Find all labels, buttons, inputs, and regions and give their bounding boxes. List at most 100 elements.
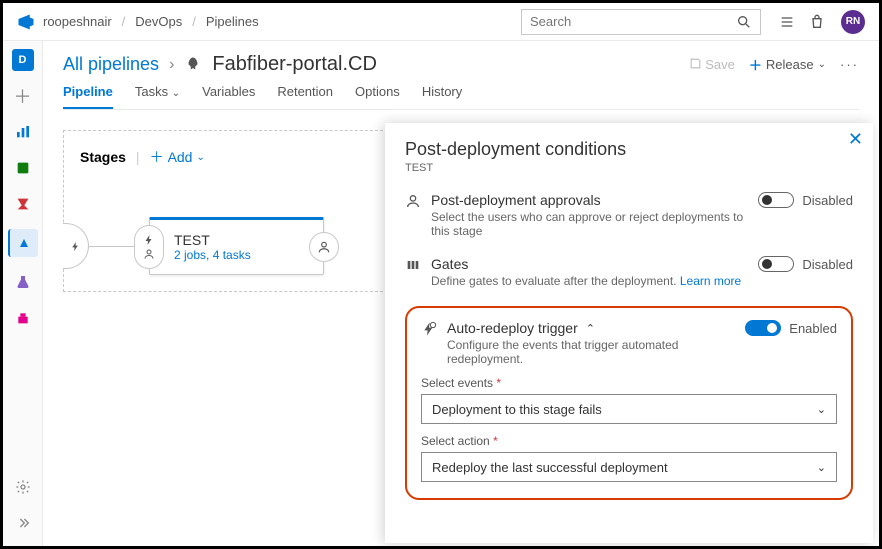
chevron-down-icon: ⌄ (817, 403, 826, 416)
stage-content: TEST 2 jobs, 4 tasks (174, 232, 251, 262)
approvals-toggle[interactable] (758, 192, 794, 208)
tab-pipeline[interactable]: Pipeline (63, 84, 113, 109)
boards-icon[interactable] (12, 121, 34, 143)
events-select[interactable]: Deployment to this stage fails ⌄ (421, 394, 837, 424)
pipelines-icon-active[interactable] (8, 229, 38, 257)
approvals-state: Disabled (802, 193, 853, 208)
stages-panel: Stages | ＋ Add ⌄ TEST 2 jobs, 4 tasks (63, 130, 398, 292)
action-select[interactable]: Redeploy the last successful deployment … (421, 452, 837, 482)
tab-options[interactable]: Options (355, 84, 400, 109)
artifacts-icon[interactable] (12, 307, 34, 329)
lightning-icon (143, 234, 155, 246)
learn-more-link[interactable]: Learn more (680, 274, 741, 288)
person-icon (405, 193, 421, 209)
chevron-down-icon: ⌄ (817, 461, 826, 474)
avatar-initials: RN (846, 16, 860, 27)
add-stage-button[interactable]: ＋ Add ⌄ (150, 147, 205, 167)
test-icon[interactable] (12, 193, 34, 215)
auto-title: Auto-redeploy trigger (447, 320, 578, 336)
more-actions-button[interactable]: ··· (840, 57, 859, 72)
header-actions: Save ＋ Release ⌄ ··· (689, 55, 859, 74)
person-icon (317, 240, 331, 254)
all-pipelines-link[interactable]: All pipelines (63, 54, 159, 75)
auto-redeploy-section: Auto-redeploy trigger ⌃ Configure the ev… (421, 320, 837, 366)
project-icon[interactable]: D (12, 49, 34, 71)
release-button[interactable]: ＋ Release ⌄ (749, 55, 826, 74)
auto-desc: Configure the events that trigger automa… (447, 338, 735, 366)
release-label: Release (766, 57, 814, 72)
stages-header: Stages | ＋ Add ⌄ (80, 147, 381, 167)
list-icon[interactable] (779, 14, 795, 30)
left-nav-rail: D ＋ (3, 41, 43, 546)
tab-tasks-label: Tasks (135, 84, 168, 99)
events-value: Deployment to this stage fails (432, 402, 602, 417)
stages-label: Stages (80, 149, 126, 165)
pre-deployment-bubble[interactable] (63, 223, 89, 269)
add-icon[interactable]: ＋ (12, 85, 34, 107)
stage-row: TEST 2 jobs, 4 tasks (80, 217, 381, 275)
pre-conditions-bubble[interactable] (134, 225, 164, 269)
repos-icon[interactable] (12, 157, 34, 179)
gate-icon (405, 257, 421, 273)
search-input[interactable] (521, 9, 761, 35)
gates-section: Gates Define gates to evaluate after the… (405, 256, 853, 288)
tab-variables[interactable]: Variables (202, 84, 255, 109)
tab-history[interactable]: History (422, 84, 462, 109)
save-button[interactable]: Save (689, 57, 735, 72)
flask-icon[interactable] (12, 271, 34, 293)
action-value: Redeploy the last successful deployment (432, 460, 668, 475)
post-conditions-bubble[interactable] (309, 232, 339, 262)
auto-redeploy-highlight: Auto-redeploy trigger ⌃ Configure the ev… (405, 306, 853, 500)
breadcrumb: roopeshnair / DevOps / Pipelines (43, 14, 259, 29)
approvals-title: Post-deployment approvals (431, 192, 601, 208)
chevron-down-icon: ⌄ (818, 59, 826, 70)
add-label: Add (168, 149, 193, 165)
shopping-bag-icon[interactable] (809, 14, 825, 30)
azure-devops-logo-icon (17, 13, 35, 31)
redeploy-icon (421, 321, 437, 337)
stage-card[interactable]: TEST 2 jobs, 4 tasks (149, 217, 324, 275)
breadcrumb-section[interactable]: Pipelines (206, 14, 259, 29)
chevron-down-icon: ⌄ (172, 88, 180, 99)
lightning-icon (70, 241, 81, 252)
tab-retention[interactable]: Retention (277, 84, 333, 109)
topbar: roopeshnair / DevOps / Pipelines RN (3, 3, 879, 41)
breadcrumb-separator: / (192, 14, 196, 29)
stage-title: TEST (174, 232, 251, 248)
breadcrumb-org[interactable]: roopeshnair (43, 14, 112, 29)
avatar[interactable]: RN (841, 10, 865, 34)
save-label: Save (705, 57, 735, 72)
gates-state: Disabled (802, 257, 853, 272)
auto-toggle[interactable] (745, 320, 781, 336)
search-icon[interactable] (736, 14, 752, 30)
settings-gear-icon[interactable] (12, 476, 34, 498)
collapse-icon[interactable] (12, 512, 34, 534)
save-icon (689, 57, 702, 70)
rocket-icon (184, 56, 202, 74)
person-icon (143, 248, 155, 260)
tab-bar: Pipeline Tasks ⌄ Variables Retention Opt… (63, 84, 859, 110)
tab-tasks[interactable]: Tasks ⌄ (135, 84, 180, 109)
gates-title: Gates (431, 256, 468, 272)
gates-toggle[interactable] (758, 256, 794, 272)
chevron-up-icon[interactable]: ⌃ (586, 322, 595, 335)
gates-desc: Define gates to evaluate after the deplo… (431, 274, 677, 288)
auto-state: Enabled (789, 321, 837, 336)
plus-icon: ＋ (150, 147, 164, 167)
breadcrumb-separator: / (122, 14, 126, 29)
post-deployment-panel: ✕ Post-deployment conditions TEST Post-d… (385, 123, 873, 543)
breadcrumb-project[interactable]: DevOps (135, 14, 182, 29)
panel-stage-name: TEST (405, 162, 853, 174)
close-button[interactable]: ✕ (848, 129, 863, 150)
search-field[interactable] (530, 14, 736, 29)
divider: | (136, 149, 140, 165)
approvals-desc: Select the users who can approve or reje… (431, 210, 748, 238)
action-label: Select action * (421, 434, 837, 448)
plus-icon: ＋ (749, 55, 762, 74)
chevron-right-icon: › (169, 56, 174, 74)
pipeline-name: Fabfiber-portal.CD (212, 53, 377, 76)
stage-sub-link[interactable]: 2 jobs, 4 tasks (174, 248, 251, 262)
page-header: All pipelines › Fabfiber-portal.CD Save … (63, 53, 859, 76)
approvals-section: Post-deployment approvals Select the use… (405, 192, 853, 238)
events-label: Select events * (421, 376, 837, 390)
